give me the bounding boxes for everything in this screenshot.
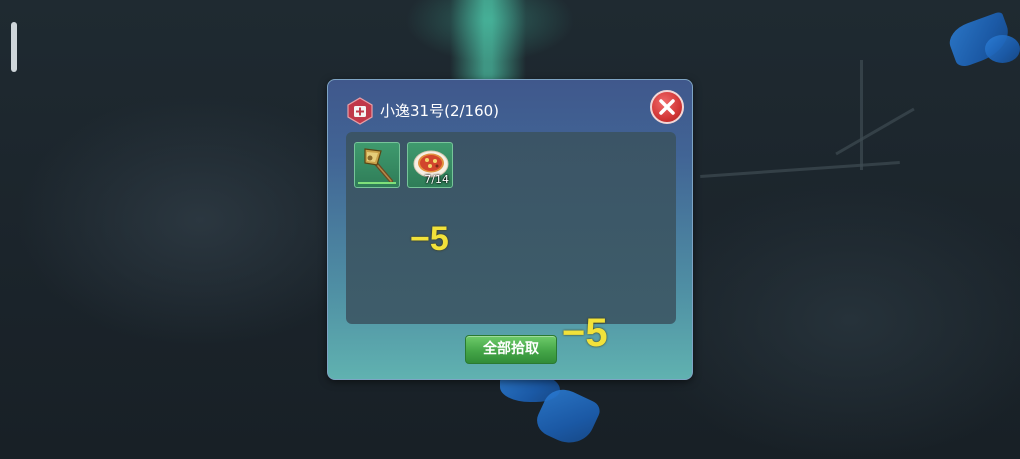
loot-panel: 7/14: [346, 132, 676, 324]
wall-edge: [860, 60, 863, 170]
light-beam: [450, 0, 526, 80]
side-handle[interactable]: [11, 22, 17, 72]
loot-dialog: 小逸31号(2/160) 7/14 全部拾取: [327, 79, 693, 380]
blue-object: [985, 35, 1020, 63]
medical-box-icon: [347, 97, 373, 125]
dialog-title: 小逸31号(2/160): [380, 102, 500, 120]
wall-edge: [835, 107, 915, 156]
wall-edge: [700, 161, 900, 178]
durability-bar: [358, 182, 396, 184]
close-button[interactable]: [650, 90, 684, 124]
item-slot-pizza[interactable]: 7/14: [407, 142, 453, 188]
damage-number: −5: [562, 311, 608, 355]
close-icon: [659, 99, 675, 115]
loot-all-button[interactable]: 全部拾取: [465, 335, 557, 364]
item-count: 7/14: [424, 173, 449, 186]
item-slot-axe[interactable]: [354, 142, 400, 188]
damage-number: −5: [410, 220, 449, 258]
